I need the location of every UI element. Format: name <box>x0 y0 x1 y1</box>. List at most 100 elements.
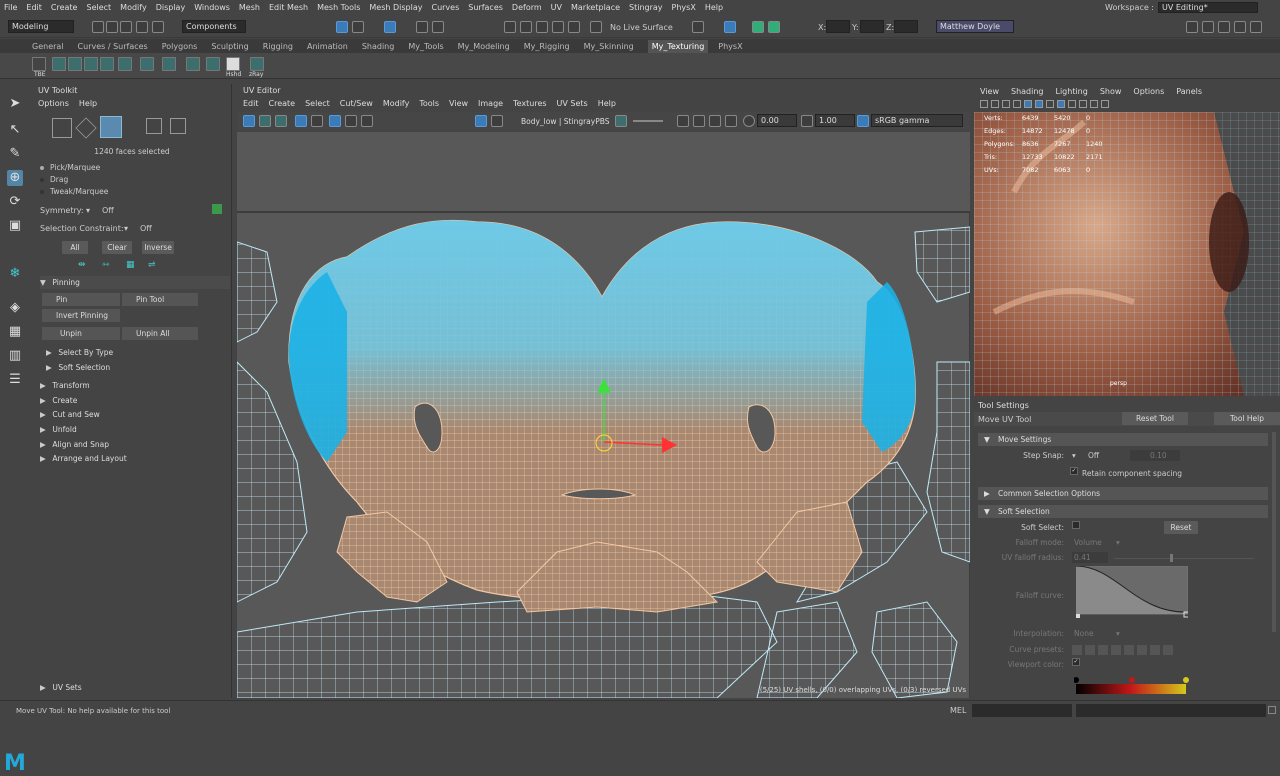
menu-mesh[interactable]: Mesh <box>239 3 260 12</box>
outliner-view-icon[interactable]: ☰ <box>7 372 23 388</box>
menu-create[interactable]: Create <box>51 3 78 12</box>
grow-selection-icon[interactable]: ⇹ <box>78 260 88 270</box>
curve-preset-8-icon[interactable] <box>1163 645 1173 655</box>
two-view-icon[interactable]: ▥ <box>7 348 23 364</box>
shelf-tool-1-icon[interactable] <box>52 57 66 71</box>
falloff-curve-graph[interactable] <box>1076 566 1188 620</box>
viewport-color-checkbox[interactable]: ✓ <box>1072 658 1080 666</box>
make-live-icon[interactable] <box>590 21 602 33</box>
menu-select[interactable]: Select <box>86 3 111 12</box>
pinning-section[interactable]: ▼ Pinning <box>40 276 230 289</box>
snap-surface-icon[interactable] <box>568 21 580 33</box>
y-field[interactable] <box>860 20 884 33</box>
curve-preset-2-icon[interactable] <box>1085 645 1095 655</box>
persp-menu-panels[interactable]: Panels <box>1176 87 1202 99</box>
common-selection-section[interactable]: ▶ Common Selection Options <box>978 487 1268 500</box>
curve-preset-5-icon[interactable] <box>1124 645 1134 655</box>
menu-uv[interactable]: UV <box>551 3 562 12</box>
pick-marquee-radio[interactable]: Pick/Marquee <box>40 163 100 172</box>
select-by-component-icon[interactable] <box>384 21 396 33</box>
shelf-tool-3-icon[interactable] <box>84 57 98 71</box>
menu-physx[interactable]: PhysX <box>672 3 696 12</box>
uv-tool-1-icon[interactable] <box>243 115 255 127</box>
persp-menu-lighting[interactable]: Lighting <box>1055 87 1087 99</box>
z-field[interactable] <box>894 20 918 33</box>
snapshot-icon[interactable] <box>693 115 705 127</box>
curve-preset-4-icon[interactable] <box>1111 645 1121 655</box>
snap-grid-icon[interactable] <box>504 21 516 33</box>
menu-deform[interactable]: Deform <box>512 3 542 12</box>
texture-options-icon[interactable] <box>491 115 503 127</box>
uv-menu-image[interactable]: Image <box>478 99 503 108</box>
uv-tool-5-icon[interactable] <box>311 115 323 127</box>
constraint-dropdown[interactable]: Off <box>140 224 152 233</box>
exposure-icon[interactable] <box>743 115 755 127</box>
unpin-all-button[interactable]: Unpin All <box>122 327 198 340</box>
curve-preset-1-icon[interactable] <box>1072 645 1082 655</box>
perspective-viewport[interactable]: Verts: 6439 5420 0 Edges: 14872 12478 0 Polygons… <box>974 112 1280 396</box>
help-menu[interactable]: Help <box>79 99 97 108</box>
uv-menu-create[interactable]: Create <box>269 99 296 108</box>
exposure-field[interactable]: 0.00 <box>757 114 797 127</box>
pause-render-icon[interactable] <box>768 21 780 33</box>
tool-settings-scrollbar[interactable] <box>1272 432 1276 632</box>
shelf-tool-4-icon[interactable] <box>100 57 114 71</box>
uv-layout-canvas[interactable] <box>237 132 970 698</box>
falloff-mode-dropdown[interactable]: Volume <box>1074 536 1102 550</box>
symmetry-add-icon[interactable] <box>212 204 222 214</box>
select-tool-icon[interactable]: ➤ <box>7 96 23 112</box>
snap-view-icon[interactable] <box>552 21 564 33</box>
menu-mesh-display[interactable]: Mesh Display <box>369 3 422 12</box>
shelf-tool-2-icon[interactable] <box>68 57 82 71</box>
attribute-editor-icon[interactable] <box>1202 21 1214 33</box>
shrink-selection-icon[interactable]: ⇿ <box>102 260 112 270</box>
soft-selection-section[interactable]: ▶ Soft Selection <box>46 361 236 374</box>
snowflake-icon[interactable]: ❄ <box>7 266 23 282</box>
step-snap-field[interactable]: 0.10 <box>1130 450 1180 461</box>
uv-falloff-handle[interactable] <box>1170 554 1173 562</box>
lock-icon[interactable] <box>416 21 428 33</box>
modeling-toolkit-icon[interactable] <box>1186 21 1198 33</box>
persp-menu-view[interactable]: View <box>980 87 999 99</box>
four-view-icon[interactable]: ▦ <box>7 324 23 340</box>
arrange-layout-section[interactable]: ▶ Arrange and Layout <box>40 452 230 465</box>
menu-edit[interactable]: Edit <box>26 3 42 12</box>
uv-tool-3-icon[interactable] <box>275 115 287 127</box>
shelf-tab-general[interactable]: General <box>32 42 64 51</box>
zray-shelf-icon[interactable] <box>250 57 264 71</box>
uv-tool-7-icon[interactable] <box>345 115 357 127</box>
uv-tool-4-icon[interactable] <box>295 115 307 127</box>
refresh-icon[interactable] <box>709 115 721 127</box>
shelf-tab-physx[interactable]: PhysX <box>718 42 742 51</box>
vertex-select-icon[interactable] <box>75 117 97 139</box>
shelf-tab-my-texturing[interactable]: My_Texturing <box>647 39 709 53</box>
move-tool-icon[interactable]: ⊕ <box>7 170 23 186</box>
uv-menu-tools[interactable]: Tools <box>419 99 439 108</box>
mel-label[interactable]: MEL <box>950 706 966 715</box>
uv-tool-6-icon[interactable] <box>329 115 341 127</box>
uv-menu-select[interactable]: Select <box>305 99 330 108</box>
uv-menu-edit[interactable]: Edit <box>243 99 259 108</box>
reset-tool-button[interactable]: Reset Tool <box>1122 412 1188 425</box>
image-plane-icon[interactable] <box>1013 100 1021 108</box>
uv-select-icon[interactable] <box>52 118 72 138</box>
shelf-tab-my-tools[interactable]: My_Tools <box>408 42 443 51</box>
shelf-tool-9-icon[interactable] <box>206 57 220 71</box>
select-shell-icon[interactable]: ⇌ <box>148 260 158 270</box>
isolate-icon[interactable] <box>1090 100 1098 108</box>
tweak-marquee-radio[interactable]: Tweak/Marquee <box>40 187 108 196</box>
uv-menu-textures[interactable]: Textures <box>513 99 546 108</box>
components-dropdown[interactable]: Components <box>182 20 246 33</box>
color-ramp[interactable] <box>1074 676 1192 696</box>
unpin-button[interactable]: Unpin <box>42 327 120 340</box>
gamma-field[interactable]: 1.00 <box>815 114 855 127</box>
unfold-section[interactable]: ▶ Unfold <box>40 423 230 436</box>
camera-attrs-icon[interactable] <box>991 100 999 108</box>
frame-icon[interactable] <box>677 115 689 127</box>
menu-help[interactable]: Help <box>705 3 723 12</box>
shelf-tab-shading[interactable]: Shading <box>362 42 395 51</box>
shader-dropdown[interactable]: Body_low | StingrayPBS <box>521 117 610 126</box>
shelf-tab-rigging[interactable]: Rigging <box>263 42 293 51</box>
workspace-selector[interactable]: Workspace : UV Editing* <box>1105 2 1258 13</box>
menu-surfaces[interactable]: Surfaces <box>468 3 503 12</box>
